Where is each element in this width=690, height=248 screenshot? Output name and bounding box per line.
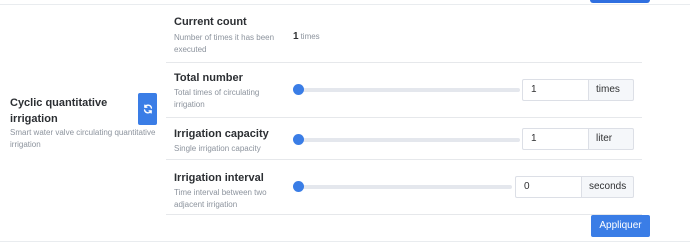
total-number-row: Total number Total times of circulating … [166, 63, 642, 118]
current-count-unit: times [300, 32, 320, 41]
bottom-divider [0, 241, 690, 242]
irrigation-interval-unit: seconds [582, 176, 634, 198]
irrigation-interval-slider[interactable] [293, 181, 512, 192]
total-number-title: Total number [174, 72, 243, 84]
irrigation-interval-description: Time interval between two adjacent irrig… [174, 188, 267, 209]
slider-thumb[interactable] [293, 134, 304, 145]
irrigation-capacity-row: Irrigation capacity Single irrigation ca… [166, 118, 642, 160]
refresh-icon [143, 104, 152, 114]
refresh-button[interactable] [138, 93, 157, 125]
slider-thumb[interactable] [293, 181, 304, 192]
irrigation-capacity-input[interactable]: 1 [522, 128, 589, 150]
top-button-edge[interactable] [590, 0, 650, 3]
irrigation-capacity-unit: liter [589, 128, 634, 150]
total-number-description: Total times of circulating irrigation [174, 88, 260, 109]
current-count-number: 1 [293, 31, 299, 42]
irrigation-capacity-field: 1 liter [522, 128, 634, 150]
total-number-slider[interactable] [293, 84, 520, 95]
section-description: Smart water valve circulating quantitati… [10, 128, 156, 149]
irrigation-capacity-title: Irrigation capacity [174, 128, 269, 140]
irrigation-capacity-description: Single irrigation capacity [174, 144, 261, 153]
total-number-unit: times [589, 79, 634, 101]
total-number-field: 1 times [522, 79, 634, 101]
current-count-title: Current count [174, 16, 247, 28]
current-count-value: 1 times [293, 31, 320, 42]
irrigation-interval-row: Irrigation interval Time interval betwee… [166, 160, 642, 215]
current-count-row: Current count Number of times it has bee… [166, 5, 642, 63]
irrigation-interval-field: 0 seconds [515, 176, 634, 198]
current-count-description: Number of times it has been executed [174, 33, 275, 54]
total-number-input[interactable]: 1 [522, 79, 589, 101]
irrigation-interval-input[interactable]: 0 [515, 176, 582, 198]
slider-thumb[interactable] [293, 84, 304, 95]
apply-button[interactable]: Appliquer [591, 215, 650, 237]
section-title: Cyclic quantitative irrigation [10, 97, 108, 125]
irrigation-interval-title: Irrigation interval [174, 172, 264, 184]
irrigation-capacity-slider[interactable] [293, 134, 520, 145]
